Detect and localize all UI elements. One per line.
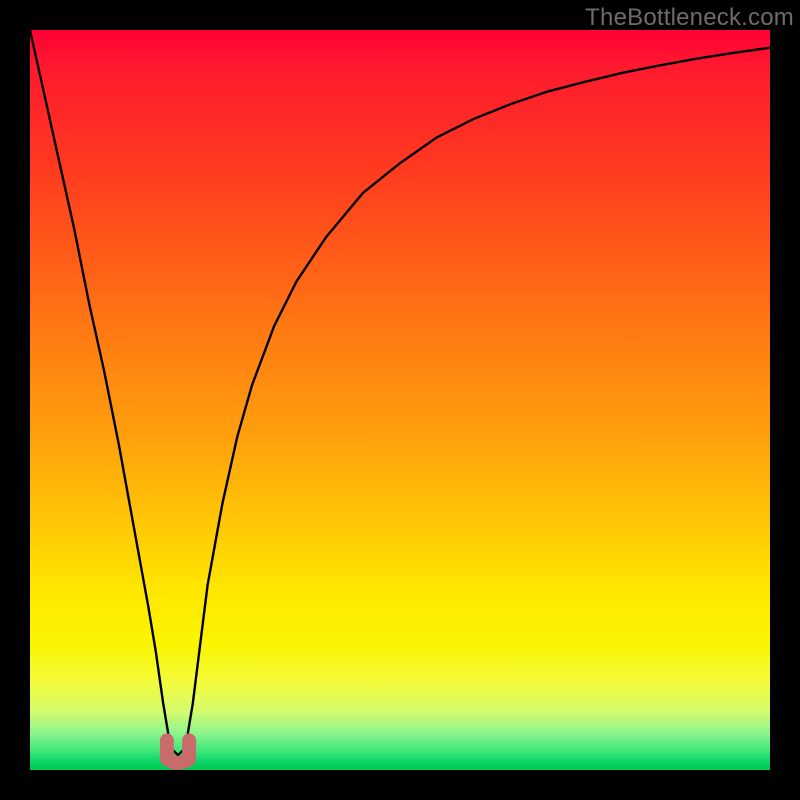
watermark-text: TheBottleneck.com	[585, 4, 794, 32]
min-point-marker	[167, 740, 189, 763]
bottleneck-curve	[30, 30, 770, 755]
plot-area	[30, 30, 770, 770]
plot-svg	[30, 30, 770, 770]
chart-frame: TheBottleneck.com	[0, 0, 800, 800]
